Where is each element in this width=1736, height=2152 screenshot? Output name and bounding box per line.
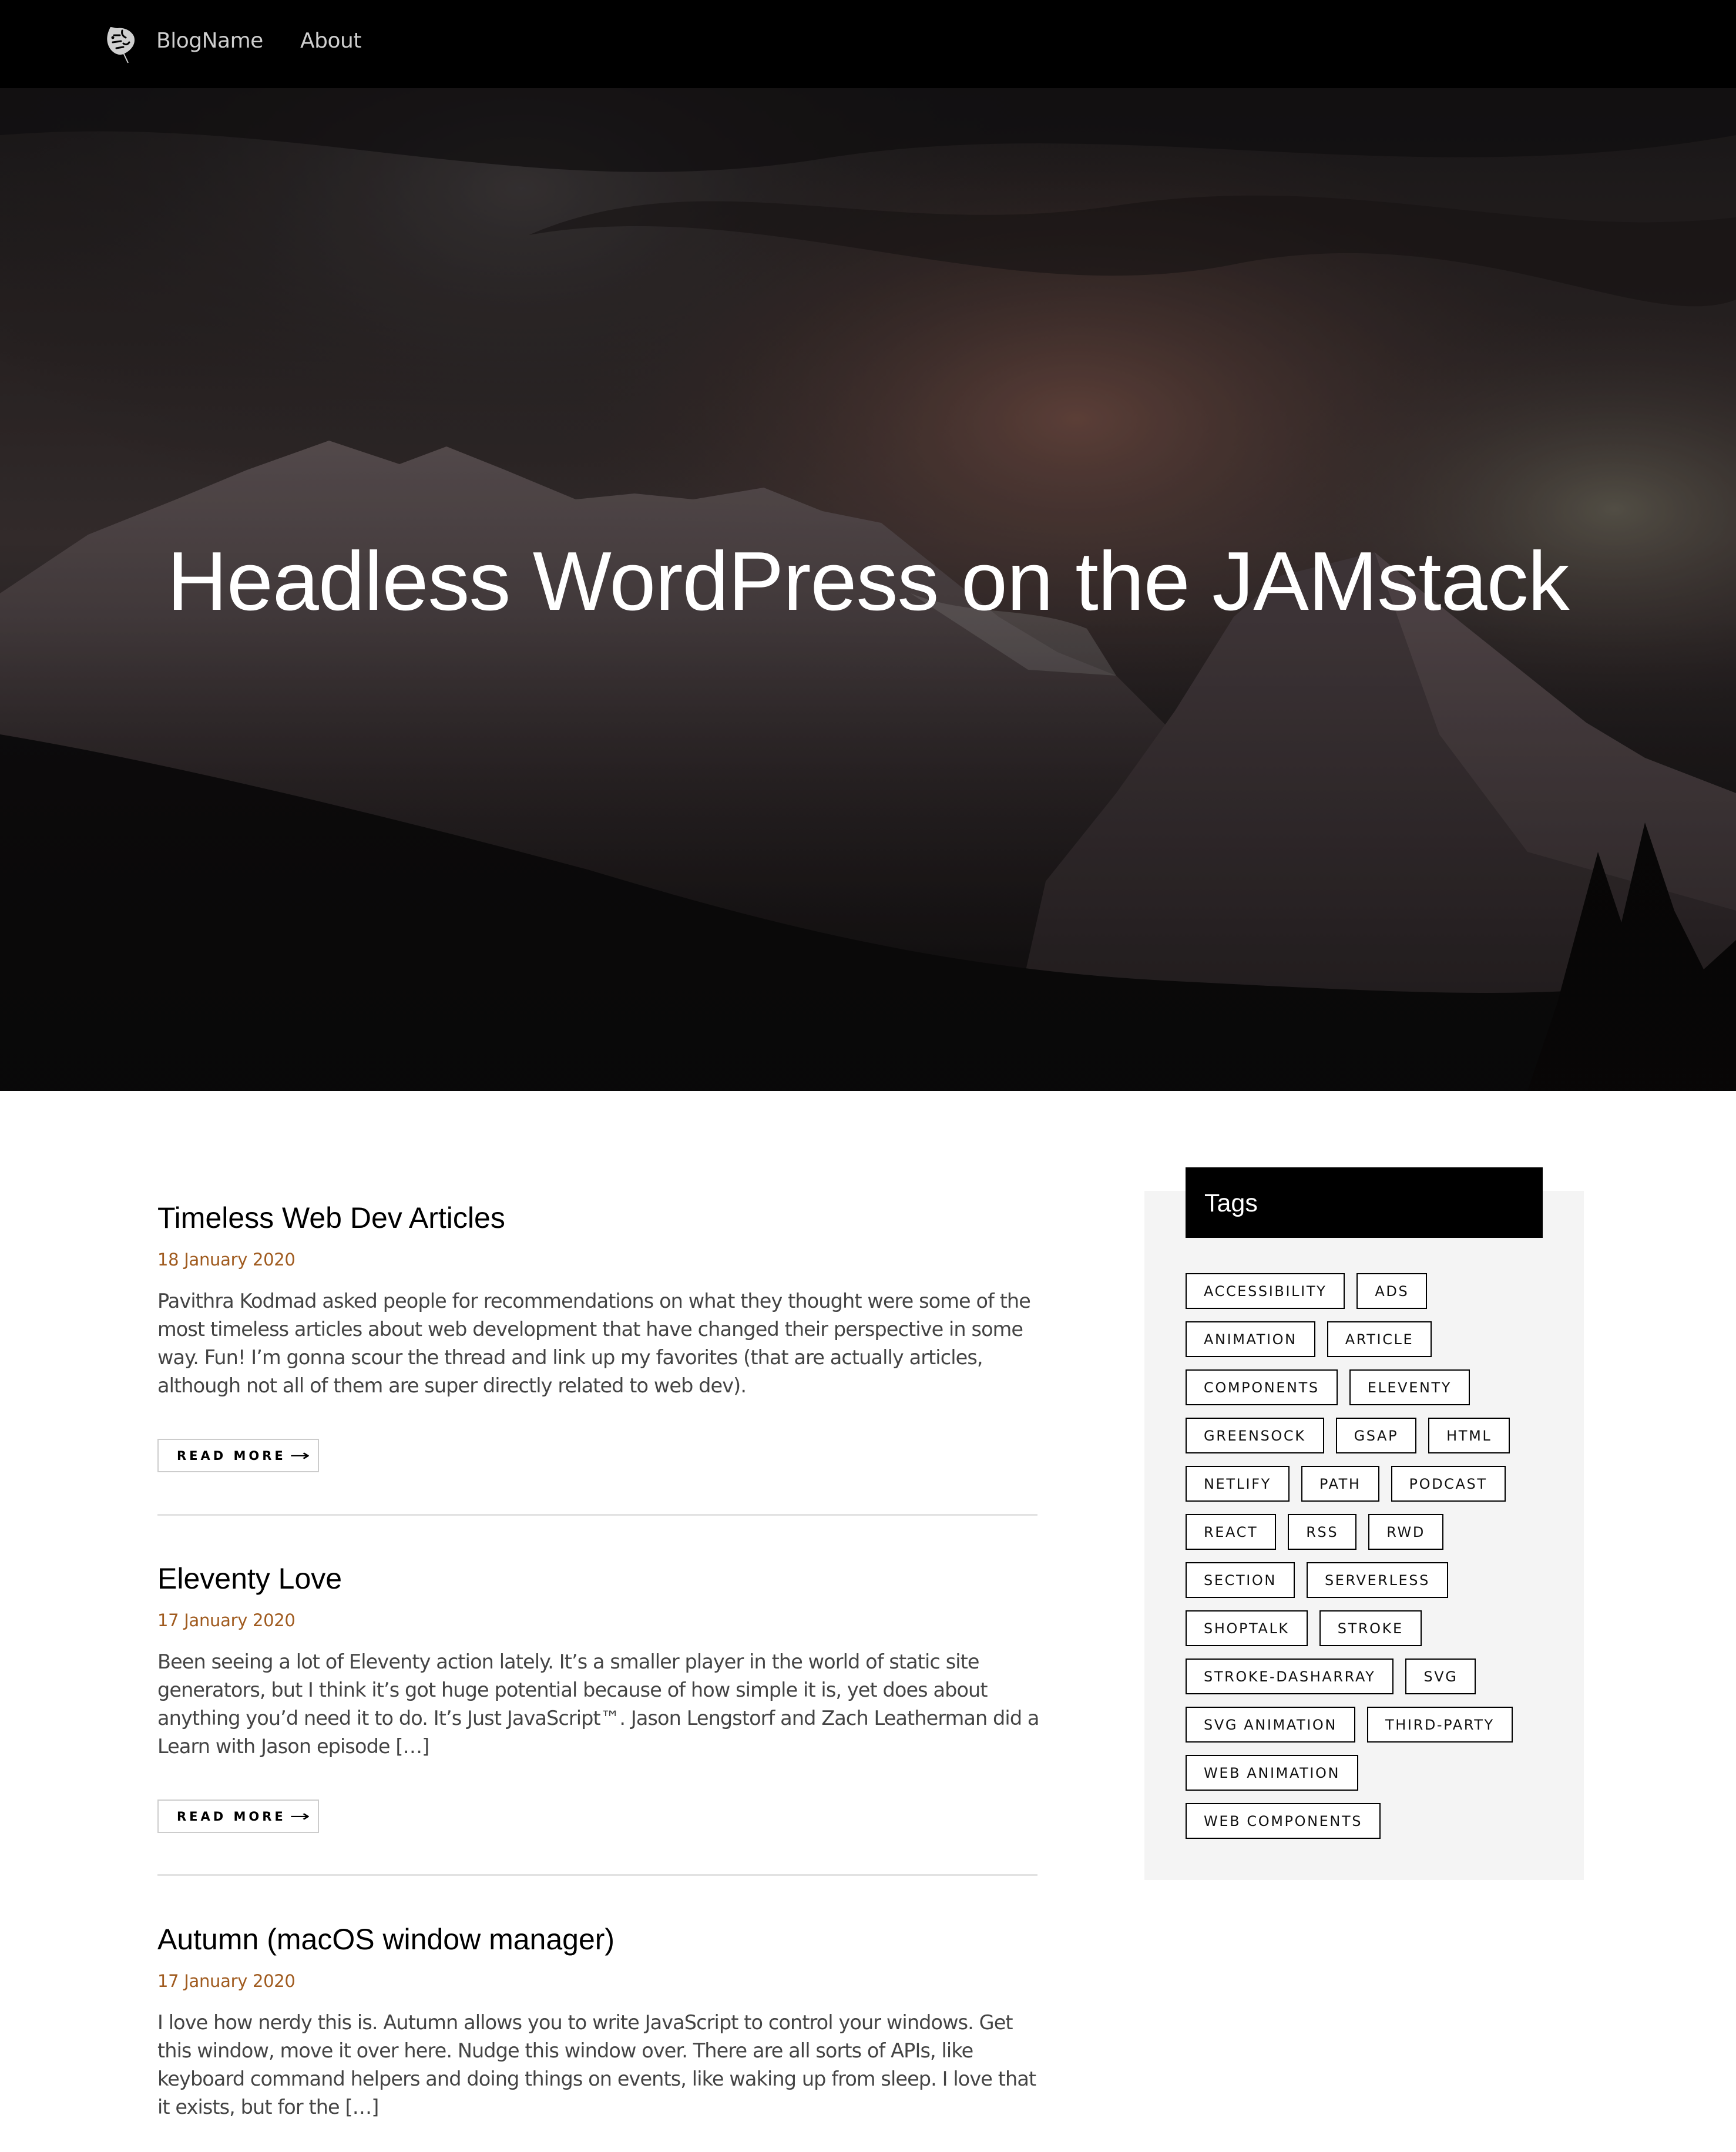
tag-row: WEB ANIMATION — [1186, 1755, 1550, 1791]
post-excerpt: Pavithra Kodmad asked people for recomme… — [157, 1290, 1031, 1397]
tag-row: NETLIFY PATH PODCAST — [1186, 1466, 1550, 1502]
post-date: 17 January 2020 — [157, 1971, 296, 1991]
tag-third-party[interactable]: THIRD-PARTY — [1366, 1707, 1513, 1743]
tag-rwd[interactable]: RWD — [1368, 1514, 1443, 1550]
tag-gsap[interactable]: GSAP — [1335, 1418, 1417, 1453]
tag-row: ANIMATION ARTICLE — [1186, 1321, 1550, 1357]
tag-row: WEB COMPONENTS — [1186, 1803, 1550, 1839]
tag-row: STROKE-DASHARRAY SVG — [1186, 1659, 1550, 1694]
post-date: 17 January 2020 — [157, 1610, 296, 1630]
post-title[interactable]: Autumn (macOS window manager) — [157, 1922, 615, 1957]
tag-animation[interactable]: ANIMATION — [1186, 1321, 1315, 1357]
brand-link[interactable]: BlogName — [156, 25, 263, 58]
read-more-button[interactable]: READ MORE → — [157, 1800, 319, 1833]
post-divider — [157, 1514, 1037, 1516]
tag-greensock[interactable]: GREENSOCK — [1186, 1418, 1324, 1453]
tag-eleventy[interactable]: ELEVENTY — [1349, 1369, 1470, 1405]
tag-svg-animation[interactable]: SVG ANIMATION — [1186, 1707, 1355, 1743]
tag-web-components[interactable]: WEB COMPONENTS — [1186, 1803, 1381, 1839]
hero-banner: Headless WordPress on the JAMstack — [0, 88, 1736, 1091]
post-divider — [157, 1874, 1037, 1876]
tag-path[interactable]: PATH — [1301, 1466, 1379, 1502]
tag-row: SECTION SERVERLESS — [1186, 1562, 1550, 1598]
tags-title: Tags — [1204, 1189, 1258, 1217]
tag-row: SHOPTALK STROKE — [1186, 1610, 1550, 1646]
read-more-label: READ MORE — [177, 1448, 286, 1463]
tag-row: COMPONENTS ELEVENTY — [1186, 1369, 1550, 1405]
tag-row: ACCESSIBILITY ADS — [1186, 1273, 1550, 1309]
tag-shoptalk[interactable]: SHOPTALK — [1186, 1610, 1308, 1646]
monstera-leaf-icon[interactable] — [106, 26, 137, 63]
tag-row: GREENSOCK GSAP HTML — [1186, 1418, 1550, 1453]
tag-ads[interactable]: ADS — [1356, 1273, 1428, 1309]
tag-serverless[interactable]: SERVERLESS — [1306, 1562, 1448, 1598]
tags-header: Tags — [1186, 1167, 1543, 1238]
post-date: 18 January 2020 — [157, 1250, 296, 1270]
read-more-label: READ MORE — [177, 1809, 286, 1824]
long-arrow-right-icon: → — [289, 1807, 310, 1825]
post-title[interactable]: Eleventy Love — [157, 1561, 342, 1596]
tag-row: SVG ANIMATION THIRD-PARTY — [1186, 1707, 1550, 1743]
post-excerpt: I love how nerdy this is. Autumn allows … — [157, 2011, 1036, 2119]
tag-stroke[interactable]: STROKE — [1319, 1610, 1422, 1646]
tag-react[interactable]: REACT — [1186, 1514, 1277, 1550]
long-arrow-right-icon: → — [289, 1446, 310, 1465]
read-more-button[interactable]: READ MORE → — [157, 1439, 319, 1472]
tag-html[interactable]: HTML — [1428, 1418, 1510, 1453]
tag-netlify[interactable]: NETLIFY — [1186, 1466, 1290, 1502]
tag-svg[interactable]: SVG — [1405, 1659, 1476, 1694]
tag-accessibility[interactable]: ACCESSIBILITY — [1186, 1273, 1345, 1309]
nav-link-about[interactable]: About — [300, 25, 361, 58]
tag-podcast[interactable]: PODCAST — [1391, 1466, 1506, 1502]
tag-components[interactable]: COMPONENTS — [1186, 1369, 1338, 1405]
top-nav: BlogName About — [0, 0, 1736, 88]
post-excerpt: Been seeing a lot of Eleventy action lat… — [157, 1650, 1039, 1758]
tag-stroke-dasharray[interactable]: STROKE-DASHARRAY — [1186, 1659, 1394, 1694]
tag-list: ACCESSIBILITY ADS ANIMATION ARTICLE COMPONEN… — [1186, 1273, 1550, 1851]
tag-rss[interactable]: RSS — [1288, 1514, 1357, 1550]
tag-row: REACT RSS RWD — [1186, 1514, 1550, 1550]
post-title[interactable]: Timeless Web Dev Articles — [157, 1200, 505, 1236]
hero-title: Headless WordPress on the JAMstack — [167, 535, 1569, 628]
tag-web-animation[interactable]: WEB ANIMATION — [1186, 1755, 1359, 1791]
tag-article[interactable]: ARTICLE — [1327, 1321, 1432, 1357]
tag-section[interactable]: SECTION — [1186, 1562, 1295, 1598]
